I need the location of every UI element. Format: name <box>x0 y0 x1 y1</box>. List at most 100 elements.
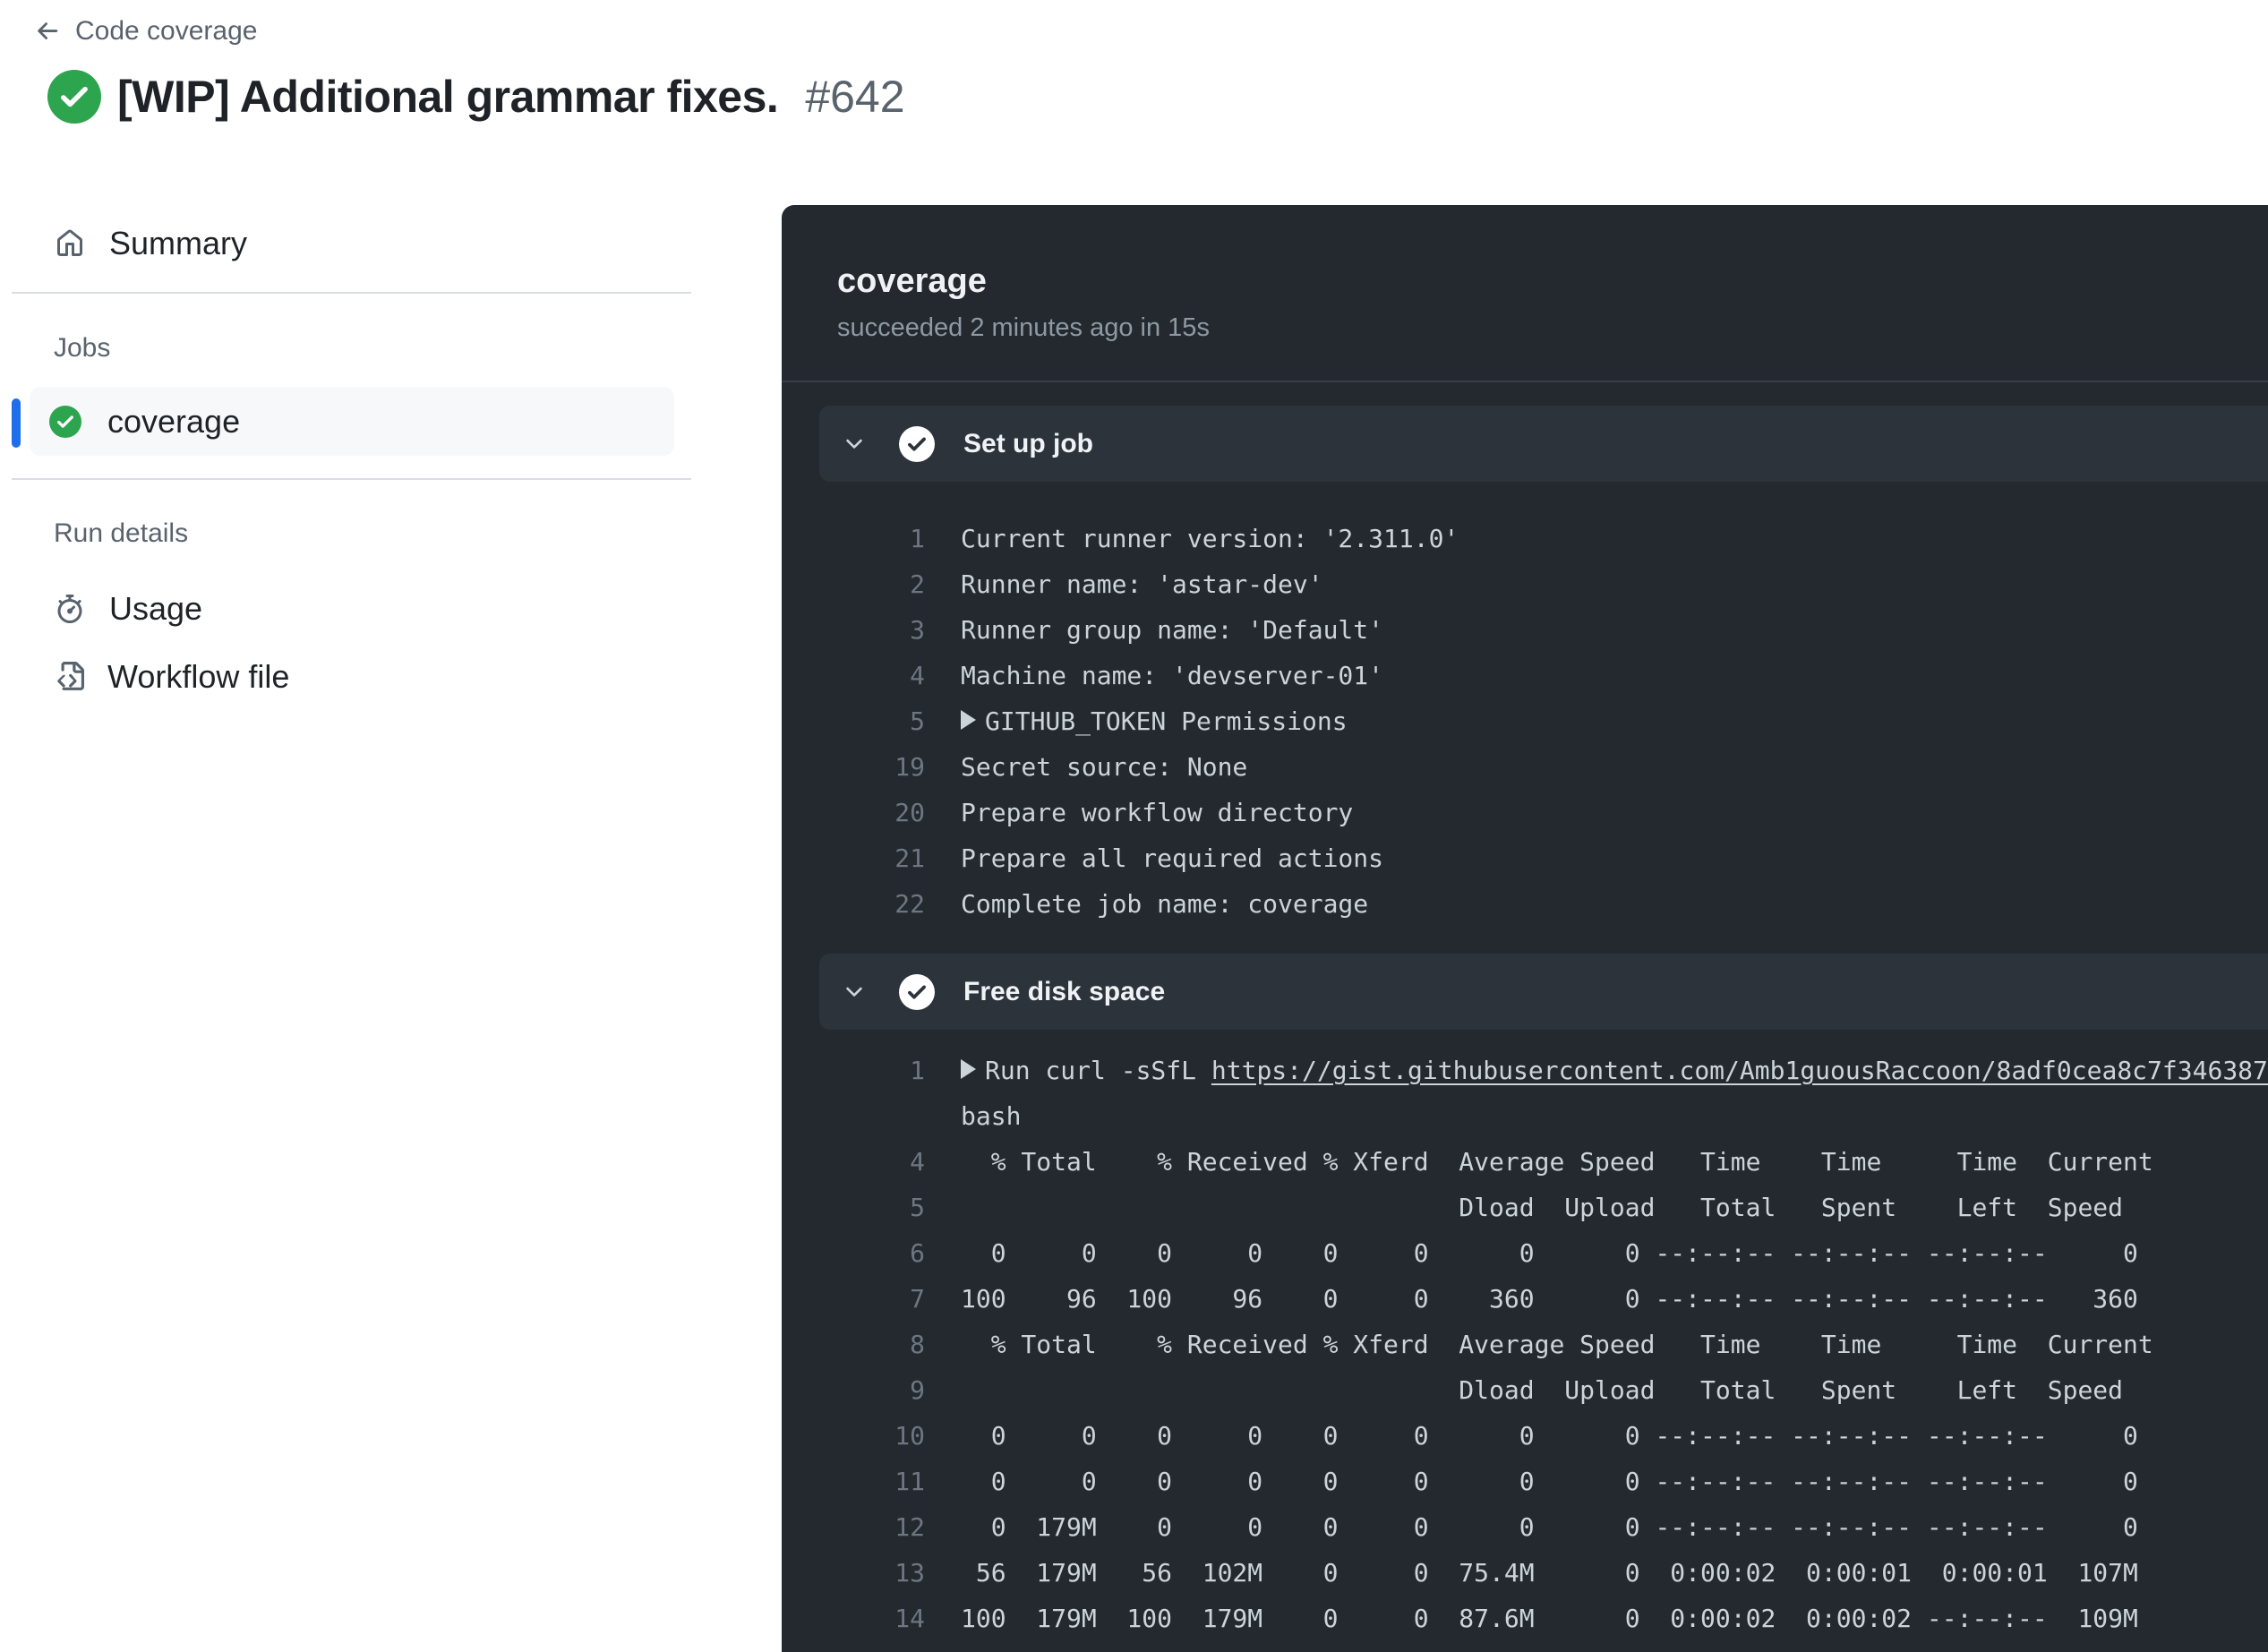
log-section-header[interactable]: Set up job <box>819 406 2268 482</box>
log-section-body: 1 Current runner version: '2.311.0' 2 Ru… <box>819 482 2268 954</box>
log-line-number: 19 <box>894 752 925 782</box>
log-line: 19 -------------------------------------… <box>819 1641 2268 1652</box>
log-line: 11 0 0 0 0 0 0 0 0 --:--:-- --:--:-- --:… <box>819 1459 2268 1504</box>
panel-job-status: succeeded 2 minutes ago in 15s <box>837 313 1210 342</box>
log-line-text: Dload Upload Total Spent Left Speed <box>961 1193 2124 1222</box>
success-check-icon <box>899 973 935 1010</box>
log-line-number: 1 <box>910 524 925 553</box>
log-line: 3 Runner group name: 'Default' <box>819 607 2268 653</box>
log-line-number: 9 <box>910 1375 925 1405</box>
selected-job-indicator <box>12 398 21 448</box>
log-line-number: 4 <box>910 661 925 690</box>
breadcrumb[interactable]: Code coverage <box>34 16 257 47</box>
log-line-text: Runner group name: 'Default' <box>961 615 1384 645</box>
log-line: 6 0 0 0 0 0 0 0 0 --:--:-- --:--:-- --:-… <box>819 1230 2268 1276</box>
run-details-heading: Run details <box>54 518 189 548</box>
log-line: 19 Secret source: None <box>819 744 2268 790</box>
workflow-run-page: Code coverage [WIP] Additional grammar f… <box>0 0 2268 1652</box>
sidebar-divider <box>12 292 691 294</box>
log-line: bash <box>819 1093 2268 1139</box>
log-line-number: 2 <box>910 569 925 599</box>
log-section-title: Set up job <box>963 428 1093 458</box>
log-section-header[interactable]: Free disk space <box>819 954 2268 1030</box>
log-line: 1 Current runner version: '2.311.0' <box>819 516 2268 561</box>
expand-triangle-icon[interactable] <box>961 1059 976 1079</box>
log-line-text: 100 179M 100 179M 0 0 87.6M 0 0:00:02 0:… <box>961 1604 2138 1633</box>
run-number: #642 <box>805 72 905 122</box>
chevron-down-icon[interactable] <box>842 432 867 457</box>
log-line-text: Prepare workflow directory <box>961 798 1354 827</box>
stopwatch-icon <box>57 595 82 623</box>
log-line: 5 Dload Upload Total Spent Left Speed <box>819 1185 2268 1230</box>
log-line-text: Secret source: None <box>961 752 1248 782</box>
log-line-number: 13 <box>894 1558 925 1588</box>
expand-triangle-icon[interactable] <box>961 710 976 730</box>
sidebar-item-summary[interactable]: Summary <box>56 225 248 261</box>
log-panel-header: coverage succeeded 2 minutes ago in 15s <box>782 205 2268 382</box>
log-line-text: Run curl -sSfL https://gist.githubuserco… <box>961 1056 2268 1085</box>
log-line-number: 8 <box>910 1330 925 1359</box>
log-line-number: 14 <box>894 1604 925 1633</box>
log-line-text: 0 0 0 0 0 0 0 0 --:--:-- --:--:-- --:--:… <box>961 1467 2138 1496</box>
log-area: Set up job 1 Current runner version: '2.… <box>782 382 2268 1652</box>
log-line-number: 7 <box>910 1284 925 1314</box>
log-line-text: Current runner version: '2.311.0' <box>961 524 1459 553</box>
log-line-number: 6 <box>910 1238 925 1268</box>
sidebar-item-label: Workflow file <box>107 658 290 695</box>
log-line: 2 Runner name: 'astar-dev' <box>819 561 2268 607</box>
log-section: Free disk space 1 Run curl -sSfL https:/… <box>819 954 2268 1652</box>
job-name-label: coverage <box>107 402 241 440</box>
log-line-number: 10 <box>894 1421 925 1451</box>
log-line-number: 4 <box>910 1147 925 1177</box>
arrow-left-icon[interactable] <box>34 18 61 45</box>
success-check-icon <box>899 425 935 462</box>
log-line: 4 % Total % Received % Xferd Average Spe… <box>819 1139 2268 1185</box>
log-line-number: 5 <box>910 1193 925 1222</box>
log-line: 9 Dload Upload Total Spent Left Speed <box>819 1367 2268 1413</box>
sidebar-item-job-coverage[interactable]: coverage <box>30 387 674 456</box>
breadcrumb-label[interactable]: Code coverage <box>75 16 257 47</box>
log-line-number: 3 <box>910 615 925 645</box>
log-line-text: Dload Upload Total Spent Left Speed <box>961 1375 2124 1405</box>
log-line-number: 11 <box>894 1467 925 1496</box>
log-section-body: 1 Run curl -sSfL https://gist.githubuser… <box>819 1030 2268 1652</box>
sidebar-item-label: Summary <box>109 225 248 261</box>
log-line: 4 Machine name: 'devserver-01' <box>819 653 2268 698</box>
log-line: 21 Prepare all required actions <box>819 835 2268 881</box>
success-check-icon <box>49 405 81 438</box>
log-line-text: 100 96 100 96 0 0 360 0 --:--:-- --:--:-… <box>961 1284 2138 1314</box>
log-panel: coverage succeeded 2 minutes ago in 15s … <box>782 205 2268 1652</box>
log-line-number: 20 <box>894 798 925 827</box>
log-line-number: 5 <box>910 706 925 736</box>
log-line-number: 21 <box>894 843 925 873</box>
log-line: 10 0 0 0 0 0 0 0 0 --:--:-- --:--:-- --:… <box>819 1413 2268 1459</box>
log-line-text: 0 179M 0 0 0 0 0 0 --:--:-- --:--:-- --:… <box>961 1512 2138 1542</box>
log-line-text: % Total % Received % Xferd Average Speed… <box>961 1147 2153 1177</box>
log-link[interactable]: https://gist.githubusercontent.com/Amb1g… <box>1211 1056 2268 1085</box>
sidebar-item-workflow-file[interactable]: Workflow file <box>54 658 290 695</box>
log-line-text: Prepare all required actions <box>961 843 1384 873</box>
log-section-title: Free disk space <box>963 976 1166 1006</box>
log-line: 20 Prepare workflow directory <box>819 790 2268 835</box>
log-line: 7 100 96 100 96 0 0 360 0 --:--:-- --:--… <box>819 1276 2268 1322</box>
chevron-down-icon[interactable] <box>842 980 867 1005</box>
file-code-icon <box>57 662 84 690</box>
log-line-text: Complete job name: coverage <box>961 889 1369 919</box>
run-title: [WIP] Additional grammar fixes. <box>117 72 779 122</box>
sidebar-item-usage[interactable]: Usage <box>56 590 202 627</box>
log-line: 8 % Total % Received % Xferd Average Spe… <box>819 1322 2268 1367</box>
log-line: 5 GITHUB_TOKEN Permissions <box>819 698 2268 744</box>
log-section: Set up job 1 Current runner version: '2.… <box>819 406 2268 954</box>
home-icon <box>57 229 82 256</box>
log-line-number: 1 <box>910 1056 925 1085</box>
log-line-text: 0 0 0 0 0 0 0 0 --:--:-- --:--:-- --:--:… <box>961 1238 2138 1268</box>
log-line-number: 12 <box>894 1512 925 1542</box>
jobs-heading: Jobs <box>54 333 111 363</box>
log-line-text: 0 0 0 0 0 0 0 0 --:--:-- --:--:-- --:--:… <box>961 1421 2138 1451</box>
log-line-text: bash <box>961 1101 1022 1131</box>
log-line: 1 Run curl -sSfL https://gist.githubuser… <box>819 1048 2268 1093</box>
log-line: 14 100 179M 100 179M 0 0 87.6M 0 0:00:02… <box>819 1596 2268 1641</box>
log-line-text: 56 179M 56 102M 0 0 75.4M 0 0:00:02 0:00… <box>961 1558 2138 1588</box>
log-line: 22 Complete job name: coverage <box>819 881 2268 927</box>
log-line: 12 0 179M 0 0 0 0 0 0 --:--:-- --:--:-- … <box>819 1504 2268 1550</box>
